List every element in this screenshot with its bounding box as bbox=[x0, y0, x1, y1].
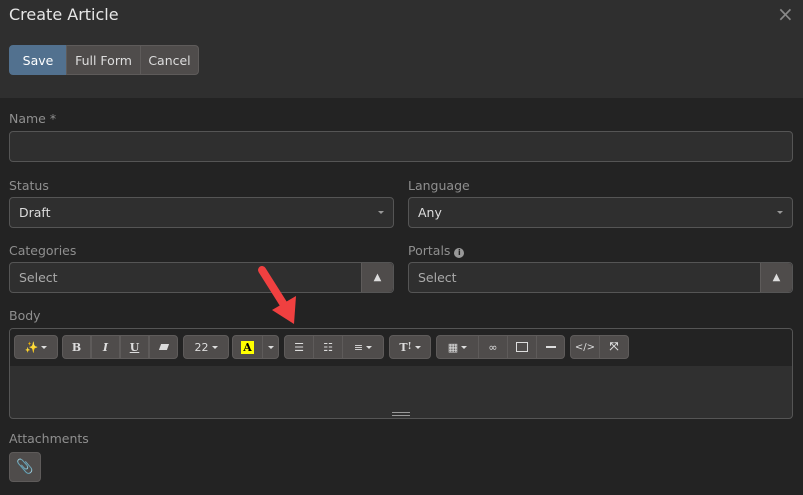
table-icon[interactable]: ▦ bbox=[436, 335, 479, 359]
categories-label: Categories bbox=[9, 243, 77, 258]
resize-handle[interactable] bbox=[392, 412, 410, 416]
fullscreen-icon[interactable]: ⤧ bbox=[599, 335, 629, 359]
portals-label: Portals i bbox=[408, 243, 465, 258]
portals-placeholder: Select bbox=[418, 270, 457, 285]
text-color-icon: A bbox=[241, 340, 254, 354]
cancel-button[interactable]: Cancel bbox=[140, 45, 199, 75]
chevron-up-icon[interactable]: ▲ bbox=[361, 263, 393, 292]
dialog-title: Create Article bbox=[9, 5, 119, 24]
save-button[interactable]: Save bbox=[9, 45, 67, 75]
full-form-button[interactable]: Full Form bbox=[66, 45, 141, 75]
body-editor[interactable]: ✨ B I U 22 A ☰ ☷ ≡ T! ▦ ∞ </> ⤧ bbox=[9, 328, 793, 419]
language-value: Any bbox=[418, 205, 442, 220]
language-label: Language bbox=[408, 178, 470, 193]
chevron-down-icon bbox=[378, 211, 384, 214]
text-color-dropdown[interactable] bbox=[262, 335, 279, 359]
status-label: Status bbox=[9, 178, 49, 193]
close-icon[interactable]: × bbox=[777, 2, 794, 26]
italic-button[interactable]: I bbox=[91, 335, 120, 359]
horizontal-rule-icon[interactable] bbox=[536, 335, 565, 359]
chevron-up-icon[interactable]: ▲ bbox=[760, 263, 792, 292]
chevron-down-icon bbox=[777, 211, 783, 214]
magic-wand-icon[interactable]: ✨ bbox=[14, 335, 58, 359]
attachments-label: Attachments bbox=[9, 431, 89, 446]
categories-placeholder: Select bbox=[19, 270, 58, 285]
text-style-icon[interactable]: T! bbox=[389, 335, 431, 359]
code-view-icon[interactable]: </> bbox=[570, 335, 600, 359]
font-size-dropdown[interactable]: 22 bbox=[183, 335, 229, 359]
underline-button[interactable]: U bbox=[120, 335, 149, 359]
categories-select[interactable]: Select ▲ bbox=[9, 262, 394, 293]
font-size-value: 22 bbox=[194, 340, 209, 354]
info-icon[interactable]: i bbox=[454, 248, 465, 258]
paperclip-icon[interactable]: 📎 bbox=[9, 452, 41, 482]
portals-label-text: Portals bbox=[408, 243, 451, 258]
link-icon[interactable]: ∞ bbox=[478, 335, 508, 359]
name-label: Name * bbox=[9, 111, 57, 126]
annotation-arrow-icon bbox=[258, 266, 296, 324]
name-input[interactable] bbox=[9, 131, 793, 162]
text-color-button[interactable]: A bbox=[232, 335, 263, 359]
editor-toolbar: ✨ B I U 22 A ☰ ☷ ≡ T! ▦ ∞ </> ⤧ bbox=[10, 329, 792, 366]
bullet-list-icon[interactable]: ☰ bbox=[284, 335, 314, 359]
align-icon[interactable]: ≡ bbox=[342, 335, 384, 359]
status-value: Draft bbox=[19, 205, 51, 220]
eraser-icon[interactable] bbox=[149, 335, 178, 359]
language-select[interactable]: Any bbox=[408, 197, 793, 228]
portals-select[interactable]: Select ▲ bbox=[408, 262, 793, 293]
bold-button[interactable]: B bbox=[62, 335, 91, 359]
status-select[interactable]: Draft bbox=[9, 197, 394, 228]
body-label: Body bbox=[9, 308, 41, 323]
image-icon[interactable] bbox=[507, 335, 537, 359]
numbered-list-icon[interactable]: ☷ bbox=[313, 335, 343, 359]
